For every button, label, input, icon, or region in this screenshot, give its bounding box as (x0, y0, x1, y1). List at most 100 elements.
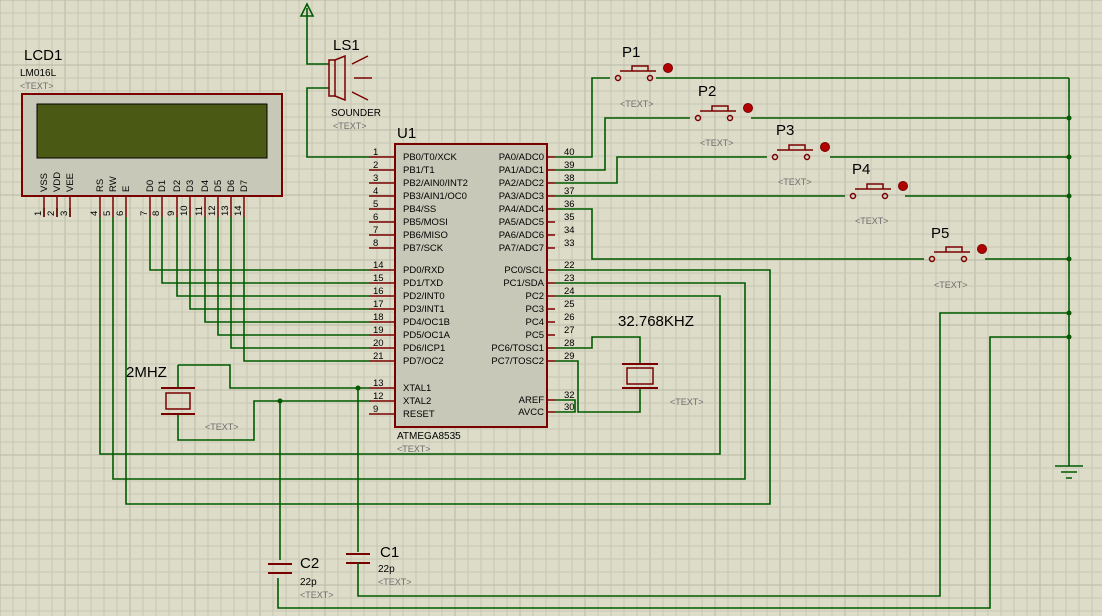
mcu-pin-name: PD2/INT0 (403, 291, 445, 302)
button-placeholder: <TEXT> (855, 216, 889, 226)
mcu-pin-number: 2 (373, 160, 378, 171)
button-ref: P1 (622, 44, 640, 61)
button-contact (694, 114, 702, 122)
push-button-5[interactable]: P5 <TEXT> (928, 225, 987, 290)
mcu-pin-number: 15 (373, 273, 384, 284)
button-contact (881, 192, 889, 200)
button-state-icon[interactable] (743, 103, 753, 113)
lcd-ref: LCD1 (24, 47, 62, 64)
crystal-rtc-value: 32.768KHZ (618, 313, 694, 330)
lcd-pin-number: 10 (179, 205, 190, 216)
button-ref: P2 (698, 83, 716, 100)
speaker-component[interactable]: LS1 SOUNDER <TEXT> (328, 37, 381, 131)
grid (0, 0, 1102, 616)
mcu-pin-name: PD4/OC1B (403, 317, 450, 328)
mcu-pin-name: PA4/ADC4 (499, 204, 544, 215)
mcu-pin-name: PB6/MISO (403, 230, 448, 241)
junction-dot (277, 398, 283, 404)
button-contact (849, 192, 857, 200)
mcu-pin-number: 8 (373, 238, 378, 249)
mcu-pin-name: PD6/ICP1 (403, 343, 445, 354)
mcu-pin-name: PB0/T0/XCK (403, 152, 458, 163)
mcu-pin-number: 27 (564, 325, 575, 336)
c1-value: 22p (378, 564, 395, 575)
button-state-icon[interactable] (820, 142, 830, 152)
mcu-pin-number: 13 (373, 378, 384, 389)
lcd-pin-number: 1 (33, 211, 44, 216)
button-contact (928, 255, 936, 263)
mcu-placeholder: <TEXT> (397, 444, 431, 454)
mcu-pin-number: 21 (373, 351, 384, 362)
junction-dot (1066, 256, 1072, 262)
mcu-pin-name: PC7/TOSC2 (491, 356, 544, 367)
push-button-2[interactable]: P2 <TEXT> (694, 83, 753, 148)
mcu-pin-number: 29 (564, 351, 575, 362)
schematic-canvas[interactable]: LCD1 LM016L <TEXT> VSS 1 VDD 2 VEE 3 RS 4 RW 5 E 6 D… (0, 0, 1102, 616)
capacitor-c1[interactable]: C1 22p <TEXT> (346, 544, 412, 587)
lcd-pin-number: 9 (166, 211, 177, 216)
mcu-pin-number: 30 (564, 402, 575, 413)
lcd-pin-number: 2 (46, 211, 57, 216)
push-button-4[interactable]: P4 <TEXT> (849, 161, 908, 226)
lcd-part: LM016L (20, 68, 57, 79)
button-state-icon[interactable] (898, 181, 908, 191)
sound-waves-icon (351, 55, 372, 101)
lcd-screen (36, 103, 268, 159)
lcd-pin-name: E (121, 186, 132, 192)
button-placeholder: <TEXT> (934, 280, 968, 290)
button-placeholder: <TEXT> (620, 99, 654, 109)
speaker-ref: LS1 (333, 37, 360, 54)
lcd-pin-name: D6 (226, 180, 237, 192)
c2-placeholder: <TEXT> (300, 590, 334, 600)
button-placeholder: <TEXT> (700, 138, 734, 148)
button-placeholder: <TEXT> (778, 177, 812, 187)
lcd-pin-name: D5 (213, 180, 224, 192)
lcd-component[interactable]: LCD1 LM016L <TEXT> VSS 1 VDD 2 VEE 3 RS 4 RW 5 E 6 D… (20, 47, 283, 217)
mcu-pin-name: AREF (519, 395, 545, 406)
mcu-pin-name: PB7/SCK (403, 243, 444, 254)
mcu-component[interactable]: U1 1 PB0/T0/XCK 2 PB1/T1 3 PB2/AIN0/INT2 4 PB3/… (369, 125, 575, 454)
mcu-pin-name: PD1/TXD (403, 278, 443, 289)
crystal-rtc[interactable]: 32.768KHZ <TEXT> (618, 313, 704, 407)
mcu-pin-name: PC6/TOSC1 (491, 343, 544, 354)
mcu-pin-number: 28 (564, 338, 575, 349)
lcd-pin-name: VSS (39, 173, 50, 192)
button-state-icon[interactable] (977, 244, 987, 254)
lcd-pin-name: D4 (200, 180, 211, 192)
junction-dot (1066, 310, 1072, 316)
mcu-pin-number: 40 (564, 147, 575, 158)
mcu-pin-number: 23 (564, 273, 575, 284)
lcd-placeholder: <TEXT> (20, 81, 54, 91)
mcu-pin-name: PD0/RXD (403, 265, 444, 276)
mcu-pin-number: 24 (564, 286, 575, 297)
junction-dot (1066, 115, 1072, 121)
mcu-pin-name: XTAL1 (403, 383, 431, 394)
push-button-3[interactable]: P3 <TEXT> (771, 122, 830, 187)
button-state-icon[interactable] (663, 63, 673, 73)
lcd-pin-number: 8 (151, 211, 162, 216)
junction-dot (1066, 154, 1072, 160)
mcu-pin-name: PA3/ADC3 (499, 191, 544, 202)
c2-value: 22p (300, 577, 317, 588)
mcu-pin-name: RESET (403, 409, 435, 420)
mcu-pin-name: PA7/ADC7 (499, 243, 544, 254)
lcd-pin-name: RS (95, 179, 106, 192)
mcu-pin-number: 16 (373, 286, 384, 297)
mcu-pin-name: PB2/AIN0/INT2 (403, 178, 468, 189)
mcu-pin-name: PC5 (526, 330, 544, 341)
mcu-pin-name: AVCC (518, 407, 544, 418)
mcu-pin-name: PB1/T1 (403, 165, 435, 176)
lcd-pin-name: VDD (52, 172, 63, 192)
mcu-pin-number: 39 (564, 160, 575, 171)
lcd-pin-name: D2 (172, 180, 183, 192)
mcu-ref: U1 (397, 125, 416, 142)
lcd-pin-name: RW (108, 176, 119, 192)
button-contact (960, 255, 968, 263)
button-contact (726, 114, 734, 122)
mcu-pin-name: PB4/SS (403, 204, 436, 215)
mcu-pin-name: PC1/SDA (503, 278, 544, 289)
mcu-pin-name: PB3/AIN1/OC0 (403, 191, 467, 202)
lcd-pin-number: 3 (59, 211, 70, 216)
button-actuator (855, 183, 891, 190)
mcu-pin-number: 33 (564, 238, 575, 249)
